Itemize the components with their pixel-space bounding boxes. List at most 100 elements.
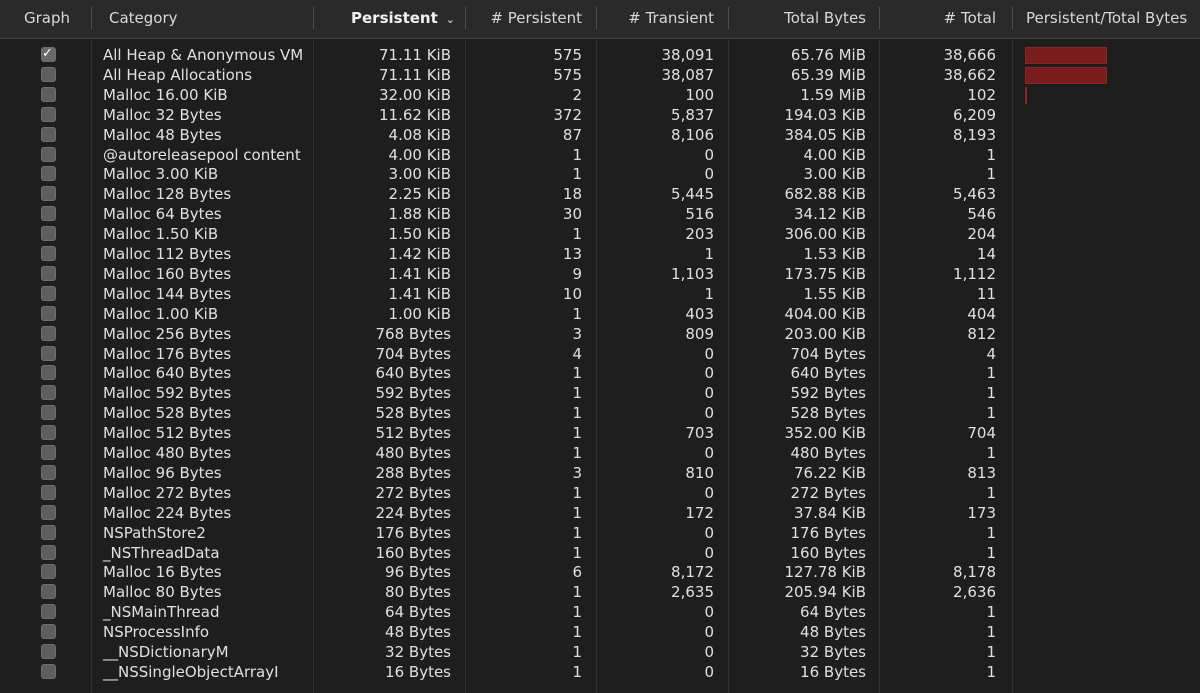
table-row[interactable]: ✓ Malloc 16.00 KiB 32.00 KiB 2 100 1.59 MiB 10… [0,85,1200,105]
table-row[interactable]: ✓ Malloc 64 Bytes 1.88 KiB 30 516 34.12 KiB 54… [0,204,1200,224]
table-row[interactable]: ✓ Malloc 48 Bytes 4.08 KiB 87 8,106 384.05 Ki… [0,125,1200,145]
column-header-category[interactable]: Category [109,0,178,38]
graph-checkbox[interactable]: ✓ [41,564,56,580]
graph-checkbox[interactable]: ✓ [41,524,56,540]
graph-checkbox[interactable]: ✓ [41,425,56,441]
column-header-total-count[interactable]: # Total [882,0,996,38]
table-row[interactable]: ✓ Malloc 176 Bytes 704 Bytes 4 0 704 Bytes 4 [0,344,1200,364]
transient-count-cell: 0 [704,364,714,383]
column-header-persistent[interactable]: Persistent ⌄ [351,0,455,38]
table-row[interactable]: ✓ _NSMainThread 64 Bytes 1 0 64 Bytes 1 [0,602,1200,622]
column-divider[interactable] [91,7,92,29]
total-bytes-cell: 64 Bytes [800,603,866,622]
table-row[interactable]: ✓ NSProcessInfo 48 Bytes 1 0 48 Bytes 1 [0,622,1200,642]
graph-checkbox[interactable]: ✓ [41,106,56,122]
column-divider[interactable] [879,7,880,29]
graph-checkbox[interactable]: ✓ [41,146,56,162]
persistent-count-cell: 6 [572,563,582,582]
table-row[interactable]: ✓ __NSSingleObjectArrayI 16 Bytes 1 0 16 Byte… [0,662,1200,682]
table-row[interactable]: ✓ Malloc 640 Bytes 640 Bytes 1 0 640 Bytes 1 [0,363,1200,383]
table-row[interactable]: ✓ Malloc 1.00 KiB 1.00 KiB 1 403 404.00 KiB 40… [0,304,1200,324]
column-divider[interactable] [465,7,466,29]
graph-checkbox[interactable]: ✓ [41,325,56,341]
table-row[interactable]: ✓ Malloc 1.50 KiB 1.50 KiB 1 203 306.00 KiB 20… [0,224,1200,244]
table-row[interactable]: ✓ All Heap Allocations 71.11 KiB 575 38,087 6… [0,65,1200,85]
graph-checkbox[interactable]: ✓ [41,504,56,520]
table-row[interactable]: ✓ Malloc 16 Bytes 96 Bytes 6 8,172 127.78 KiB… [0,562,1200,582]
persistent-cell: 160 Bytes [375,543,452,562]
column-header-total-bytes[interactable]: Total Bytes [732,0,866,38]
persistent-cell: 4.08 KiB [388,125,451,144]
column-header-graph[interactable]: Graph [24,0,70,38]
persistent-count-cell: 1 [572,225,582,244]
graph-checkbox[interactable]: ✓ [41,624,56,640]
graph-checkbox[interactable]: ✓ [41,86,56,102]
graph-checkbox[interactable]: ✓ [41,226,56,242]
graph-checkbox[interactable]: ✓ [41,206,56,222]
table-row[interactable]: ✓ All Heap & Anonymous VM 71.11 KiB 575 38,0… [0,45,1200,65]
table-row[interactable]: ✓ Malloc 528 Bytes 528 Bytes 1 0 528 Bytes 1 [0,403,1200,423]
column-header-ratio[interactable]: Persistent/Total Bytes [1026,0,1187,38]
table-row[interactable]: ✓ NSPathStore2 176 Bytes 1 0 176 Bytes 1 [0,523,1200,543]
table-row[interactable]: ✓ Malloc 512 Bytes 512 Bytes 1 703 352.00 KiB… [0,423,1200,443]
total-bytes-cell: 34.12 KiB [793,205,866,224]
graph-checkbox[interactable]: ✓ [41,484,56,500]
graph-checkbox[interactable]: ✓ [41,126,56,142]
table-row[interactable]: ✓ Malloc 128 Bytes 2.25 KiB 18 5,445 682.88 K… [0,184,1200,204]
graph-checkbox[interactable]: ✓ [41,584,56,600]
table-row[interactable]: ✓ Malloc 144 Bytes 1.41 KiB 10 1 1.55 KiB 11 [0,284,1200,304]
column-divider[interactable] [313,7,314,29]
graph-checkbox[interactable]: ✓ [41,345,56,361]
graph-checkbox[interactable]: ✓ [41,663,56,679]
graph-checkbox[interactable]: ✓ [41,46,56,62]
transient-count-cell: 516 [685,205,714,224]
graph-checkbox[interactable]: ✓ [41,365,56,381]
category-cell: Malloc 16 Bytes [103,563,222,582]
table-row[interactable]: ✓ Malloc 224 Bytes 224 Bytes 1 172 37.84 KiB 1… [0,503,1200,523]
category-cell: _NSThreadData [103,543,220,562]
graph-checkbox[interactable]: ✓ [41,186,56,202]
graph-checkbox[interactable]: ✓ [41,544,56,560]
graph-checkbox[interactable]: ✓ [41,445,56,460]
persistent-count-cell: 1 [572,404,582,423]
total-bytes-cell: 203.00 KiB [784,324,866,343]
table-row[interactable]: ✓ Malloc 96 Bytes 288 Bytes 3 810 76.22 KiB 81… [0,463,1200,483]
table-row[interactable]: ✓ Malloc 592 Bytes 592 Bytes 1 0 592 Bytes 1 [0,383,1200,403]
column-divider[interactable] [596,7,597,29]
column-header-persistent-count[interactable]: # Persistent [468,0,582,38]
table-row[interactable]: ✓ _NSThreadData 160 Bytes 1 0 160 Bytes 1 [0,543,1200,563]
total-count-cell: 812 [967,324,996,343]
column-header-transient-count[interactable]: # Transient [600,0,714,38]
transient-count-cell: 0 [704,543,714,562]
graph-checkbox[interactable]: ✓ [41,66,56,82]
table-row[interactable]: ✓ __NSDictionaryM 32 Bytes 1 0 32 Bytes 1 [0,642,1200,662]
graph-checkbox[interactable]: ✓ [41,644,56,659]
graph-checkbox[interactable]: ✓ [41,305,56,321]
graph-checkbox[interactable]: ✓ [41,166,56,182]
graph-checkbox[interactable]: ✓ [41,405,56,421]
table-row[interactable]: ✓ Malloc 480 Bytes 480 Bytes 1 0 480 Bytes 1 [0,443,1200,463]
graph-checkbox[interactable]: ✓ [41,385,56,401]
total-count-cell: 404 [967,304,996,323]
table-row[interactable]: ✓ Malloc 32 Bytes 11.62 KiB 372 5,837 194.03 … [0,105,1200,125]
graph-checkbox[interactable]: ✓ [41,464,56,480]
category-cell: Malloc 272 Bytes [103,483,232,502]
total-count-cell: 1 [986,623,996,642]
graph-checkbox[interactable]: ✓ [41,246,56,261]
table-row[interactable]: ✓ Malloc 160 Bytes 1.41 KiB 9 1,103 173.75 Ki… [0,264,1200,284]
graph-checkbox[interactable]: ✓ [41,285,56,301]
total-count-cell: 38,666 [943,46,997,64]
table-row[interactable]: ✓ Malloc 272 Bytes 272 Bytes 1 0 272 Bytes 1 [0,483,1200,503]
table-row[interactable]: ✓ Malloc 112 Bytes 1.42 KiB 13 1 1.53 KiB 14 [0,244,1200,264]
graph-checkbox[interactable]: ✓ [41,265,56,281]
table-row[interactable]: ✓ Malloc 256 Bytes 768 Bytes 3 809 203.00 KiB… [0,324,1200,344]
persistent-count-cell: 1 [572,384,582,403]
category-cell: Malloc 80 Bytes [103,583,222,602]
graph-checkbox[interactable]: ✓ [41,604,56,620]
table-row[interactable]: ✓ @autoreleasepool content 4.00 KiB 1 0 4.00 … [0,145,1200,165]
persistent-cell: 272 Bytes [375,483,452,502]
column-divider[interactable] [728,7,729,29]
table-row[interactable]: ✓ Malloc 3.00 KiB 3.00 KiB 1 0 3.00 KiB 1 [0,164,1200,184]
column-divider[interactable] [1012,7,1013,29]
table-row[interactable]: ✓ Malloc 80 Bytes 80 Bytes 1 2,635 205.94 KiB… [0,582,1200,602]
